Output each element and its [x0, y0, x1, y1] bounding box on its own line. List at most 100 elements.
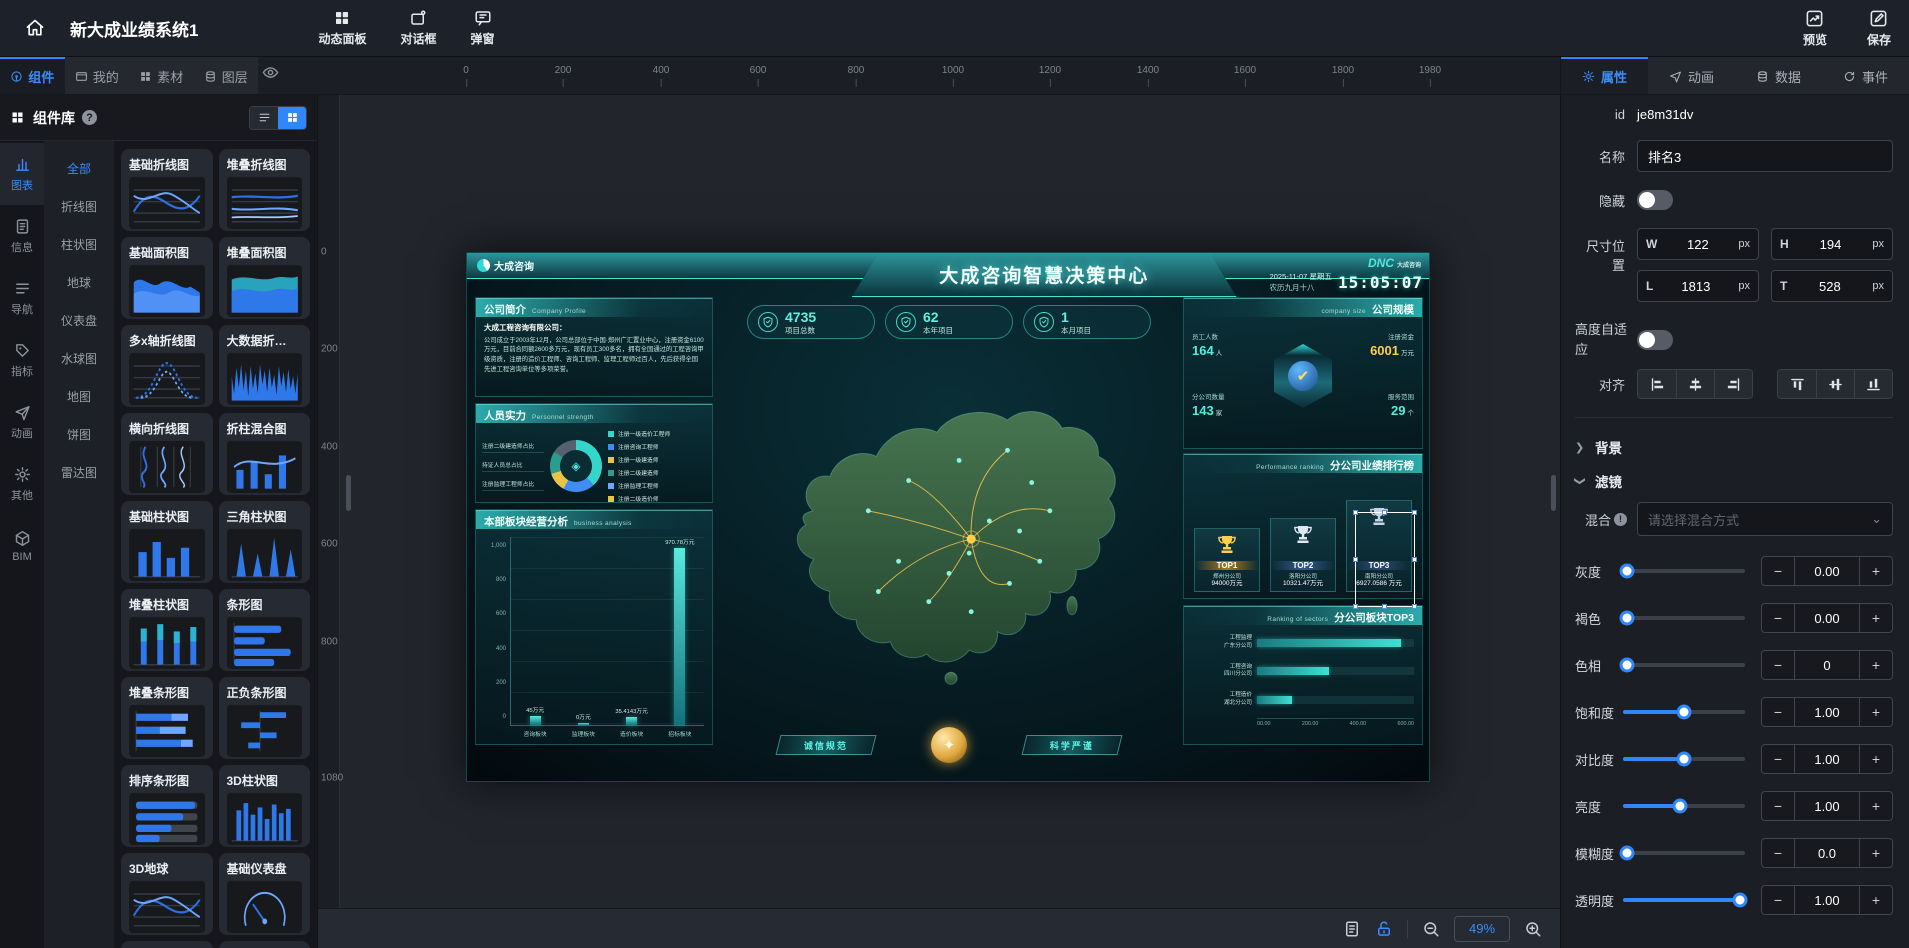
- slider[interactable]: [1623, 804, 1745, 808]
- properties-tab[interactable]: 动画: [1648, 57, 1735, 94]
- slider[interactable]: [1623, 757, 1745, 761]
- blend-mode-select[interactable]: 请选择混合方式 ⌄: [1637, 502, 1893, 536]
- library-category-item[interactable]: 柱状图: [44, 225, 114, 263]
- left-panel-tab[interactable]: 素材: [129, 57, 194, 94]
- component-card[interactable]: 条形图: [219, 589, 311, 671]
- stepper-plus-button[interactable]: +: [1860, 839, 1892, 867]
- canvas-scrollbar-right[interactable]: [1551, 475, 1556, 511]
- component-card[interactable]: 阶段仪表盘: [219, 941, 311, 948]
- component-card[interactable]: 基础折线图: [121, 149, 213, 231]
- slider-handle[interactable]: [1619, 611, 1634, 626]
- library-category-item[interactable]: 饼图: [44, 415, 114, 453]
- filter-section-header[interactable]: ❯ 滤镜: [1575, 466, 1893, 496]
- stepper-minus-button[interactable]: −: [1762, 557, 1794, 585]
- resize-handle[interactable]: [1412, 604, 1417, 609]
- library-group-item[interactable]: 指标: [0, 329, 44, 391]
- resize-handle[interactable]: [1353, 510, 1358, 515]
- component-card[interactable]: 堆叠面积图: [219, 237, 311, 319]
- library-group-item[interactable]: 动画: [0, 391, 44, 453]
- align-middle-button[interactable]: [1816, 370, 1854, 398]
- component-card[interactable]: 基础柱状图: [121, 501, 213, 583]
- library-category-item[interactable]: 全部: [44, 149, 114, 187]
- stepper-plus-button[interactable]: +: [1860, 792, 1892, 820]
- stepper-plus-button[interactable]: +: [1860, 651, 1892, 679]
- resize-handle[interactable]: [1353, 557, 1358, 562]
- stepper-minus-button[interactable]: −: [1762, 604, 1794, 632]
- page-settings-icon[interactable]: [1343, 920, 1361, 938]
- name-input[interactable]: [1637, 140, 1893, 172]
- library-help-icon[interactable]: ?: [82, 110, 97, 125]
- left-panel-tab[interactable]: 我的: [65, 57, 130, 94]
- stepper-plus-button[interactable]: +: [1860, 886, 1892, 914]
- stepper-minus-button[interactable]: −: [1762, 745, 1794, 773]
- background-section-header[interactable]: ❯ 背景: [1575, 432, 1893, 462]
- slider-handle[interactable]: [1619, 846, 1634, 861]
- preview-button[interactable]: 预览: [1803, 9, 1827, 48]
- stepper-minus-button[interactable]: −: [1762, 792, 1794, 820]
- hide-toggle[interactable]: [1637, 190, 1673, 210]
- slider[interactable]: [1623, 663, 1745, 667]
- resize-handle[interactable]: [1412, 510, 1417, 515]
- component-card[interactable]: 3D地球: [121, 853, 213, 935]
- component-card[interactable]: 堆叠折线图: [219, 149, 311, 231]
- align-top-button[interactable]: [1778, 370, 1816, 398]
- zoom-level[interactable]: 49%: [1454, 916, 1510, 942]
- ranking-top-card[interactable]: TOP2 洛阳分公司 10321.47万元: [1270, 518, 1336, 592]
- stepper-plus-button[interactable]: +: [1860, 745, 1892, 773]
- stepper-plus-button[interactable]: +: [1860, 557, 1892, 585]
- library-group-item[interactable]: BIM: [0, 515, 44, 577]
- selection-overlay[interactable]: [1355, 512, 1415, 607]
- library-group-item[interactable]: 导航: [0, 267, 44, 329]
- slider[interactable]: [1623, 898, 1745, 902]
- size-field[interactable]: W 122 px: [1637, 228, 1759, 260]
- library-category-item[interactable]: 折线图: [44, 187, 114, 225]
- grid-view-button[interactable]: [278, 107, 306, 129]
- align-left-button[interactable]: [1638, 370, 1676, 398]
- library-category-item[interactable]: 雷达图: [44, 453, 114, 491]
- unlock-icon[interactable]: [1375, 920, 1393, 938]
- resize-handle[interactable]: [1353, 604, 1358, 609]
- toggle-rulers-eye-icon[interactable]: [262, 64, 279, 81]
- slider[interactable]: [1623, 616, 1745, 620]
- align-bottom-button[interactable]: [1854, 370, 1892, 398]
- library-group-item[interactable]: 图表: [0, 143, 44, 205]
- size-field[interactable]: L 1813 px: [1637, 270, 1759, 302]
- left-panel-tab[interactable]: 组件: [0, 57, 65, 94]
- component-card[interactable]: 横向折线图: [121, 413, 213, 495]
- autoheight-toggle[interactable]: [1637, 330, 1673, 350]
- component-card[interactable]: 堆叠柱状图: [121, 589, 213, 671]
- stepper-plus-button[interactable]: +: [1860, 698, 1892, 726]
- component-card[interactable]: 多x轴折线图: [121, 325, 213, 407]
- home-button[interactable]: [18, 11, 52, 45]
- library-category-item[interactable]: 地球: [44, 263, 114, 301]
- library-group-item[interactable]: 信息: [0, 205, 44, 267]
- library-category-item[interactable]: 水球图: [44, 339, 114, 377]
- resize-handle[interactable]: [1382, 604, 1387, 609]
- properties-tab[interactable]: 属性: [1561, 57, 1648, 94]
- zoom-out-icon[interactable]: [1422, 920, 1440, 938]
- component-card[interactable]: 折柱混合图: [219, 413, 311, 495]
- stepper-minus-button[interactable]: −: [1762, 886, 1794, 914]
- canvas-scrollbar-left[interactable]: [346, 475, 351, 511]
- align-center-button[interactable]: [1676, 370, 1714, 398]
- resize-handle[interactable]: [1412, 557, 1417, 562]
- slider[interactable]: [1623, 569, 1745, 573]
- zoom-in-icon[interactable]: [1524, 920, 1542, 938]
- left-panel-tab[interactable]: 图层: [194, 57, 259, 94]
- slider-handle[interactable]: [1619, 658, 1634, 673]
- stepper-plus-button[interactable]: +: [1860, 604, 1892, 632]
- slider[interactable]: [1623, 851, 1745, 855]
- component-card[interactable]: 进度仪表盘: [121, 941, 213, 948]
- save-button[interactable]: 保存: [1867, 9, 1891, 48]
- slider[interactable]: [1623, 710, 1745, 714]
- slider-handle[interactable]: [1733, 893, 1748, 908]
- library-category-item[interactable]: 地图: [44, 377, 114, 415]
- library-category-item[interactable]: 仪表盘: [44, 301, 114, 339]
- slider-handle[interactable]: [1619, 564, 1634, 579]
- properties-tab[interactable]: 事件: [1822, 57, 1909, 94]
- stepper-minus-button[interactable]: −: [1762, 839, 1794, 867]
- component-card[interactable]: 基础面积图: [121, 237, 213, 319]
- stepper-minus-button[interactable]: −: [1762, 698, 1794, 726]
- component-card[interactable]: 三角柱状图: [219, 501, 311, 583]
- library-group-item[interactable]: 其他: [0, 453, 44, 515]
